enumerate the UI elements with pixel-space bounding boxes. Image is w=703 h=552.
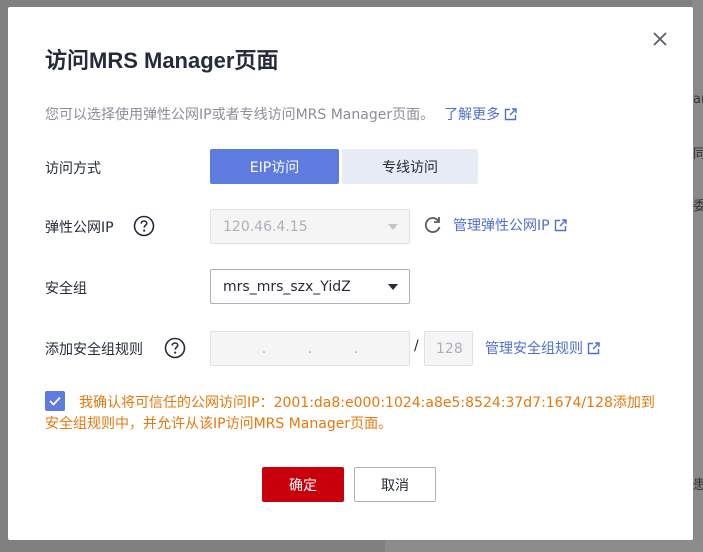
external-link-icon[interactable]: [554, 218, 567, 232]
external-link-icon[interactable]: [587, 341, 600, 355]
learn-more-label[interactable]: 了解更多: [444, 104, 500, 124]
background-text: 患: [693, 478, 703, 493]
ip-address-input[interactable]: . . .: [210, 331, 410, 366]
security-group-value: mrs_mrs_szx_YidZ: [223, 278, 351, 295]
access-mode-toggle: EIP访问 专线访问: [210, 149, 478, 184]
direct-connect-tab[interactable]: 专线访问: [342, 149, 478, 184]
ip-dot: .: [261, 340, 267, 357]
ip-dot: .: [307, 340, 313, 357]
description-text: 您可以选择使用弹性公网IP或者专线访问MRS Manager页面。: [45, 107, 435, 123]
manage-eip-link[interactable]: 管理弹性公网IP: [453, 215, 567, 235]
cancel-button[interactable]: 取消: [354, 467, 436, 502]
external-link-icon[interactable]: [504, 107, 517, 121]
help-icon[interactable]: [133, 215, 155, 237]
eip-select[interactable]: 120.46.4.15: [210, 209, 410, 244]
access-mode-label: 访问方式: [45, 161, 101, 177]
eip-label: 弹性公网IP: [45, 220, 114, 236]
close-icon[interactable]: [653, 32, 667, 46]
ip-dot: .: [353, 340, 359, 357]
background-text: an: [693, 92, 703, 107]
add-rule-label: 添加安全组规则: [45, 342, 143, 358]
eip-value: 120.46.4.15: [223, 218, 308, 235]
background-text: 同: [693, 147, 703, 162]
background-right-strip: an 同 委 患: [692, 0, 703, 552]
dialog-title: 访问MRS Manager页面: [45, 48, 279, 73]
confirm-text: 我确认将可信任的公网访问IP：2001:da8:e000:1024:a8e5:8…: [45, 395, 655, 432]
background-text: 委: [693, 199, 703, 214]
close-button[interactable]: [648, 27, 672, 51]
chevron-down-icon: [388, 224, 398, 230]
security-group-select[interactable]: mrs_mrs_szx_YidZ: [210, 269, 410, 304]
manage-rule-label[interactable]: 管理安全组规则: [485, 338, 583, 358]
ok-button[interactable]: 确定: [262, 467, 344, 502]
manage-eip-label[interactable]: 管理弹性公网IP: [453, 215, 550, 235]
security-group-label: 安全组: [45, 281, 87, 297]
mask-value: 128: [436, 340, 463, 357]
chevron-down-icon: [388, 284, 398, 290]
background-bottom-strip: [385, 540, 703, 552]
dialog-description: 您可以选择使用弹性公网IP或者专线访问MRS Manager页面。 了解更多: [45, 104, 517, 124]
access-mrs-manager-dialog: 访问MRS Manager页面 您可以选择使用弹性公网IP或者专线访问MRS M…: [8, 7, 693, 540]
refresh-icon[interactable]: [423, 215, 443, 235]
help-icon[interactable]: [164, 337, 186, 359]
mask-input[interactable]: 128: [424, 331, 473, 366]
manage-rule-link[interactable]: 管理安全组规则: [485, 338, 600, 358]
eip-access-tab[interactable]: EIP访问: [210, 149, 339, 184]
learn-more-link[interactable]: 了解更多: [444, 104, 517, 124]
mask-separator: /: [414, 338, 419, 354]
